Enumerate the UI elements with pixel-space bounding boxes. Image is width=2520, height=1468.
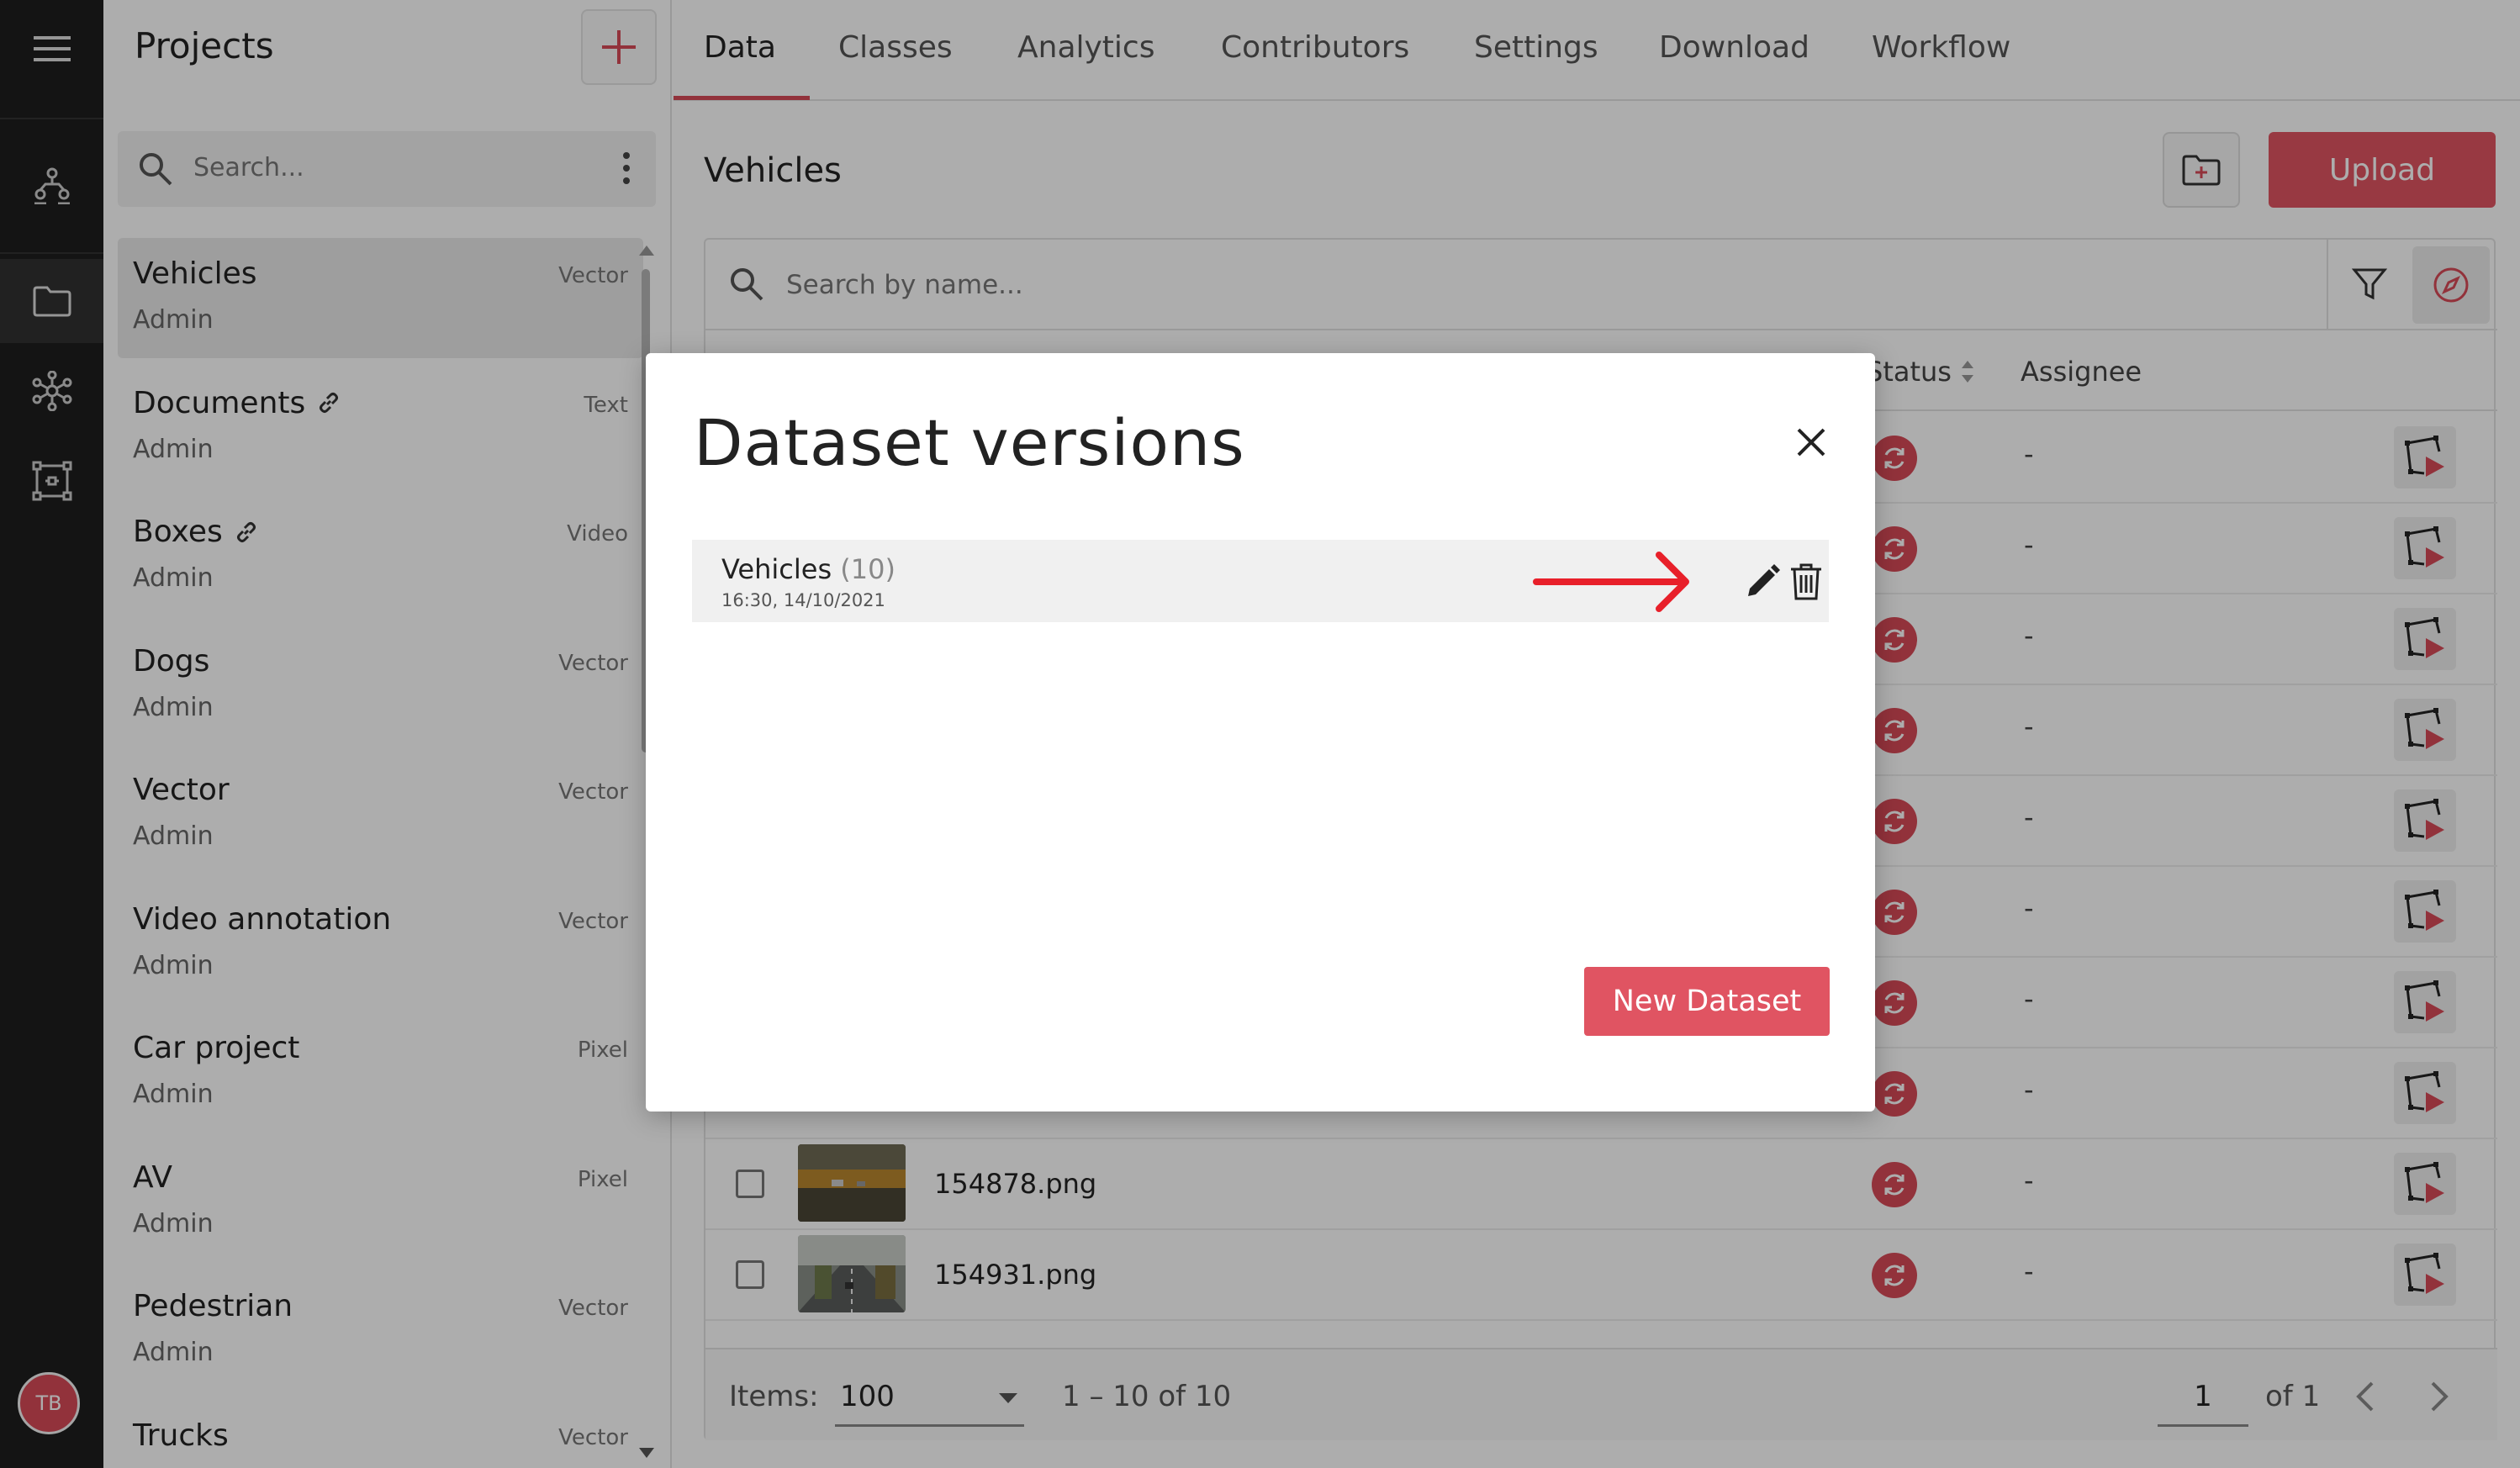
version-name: Vehicles (10) bbox=[721, 553, 895, 585]
pencil-icon bbox=[1748, 564, 1780, 596]
new-dataset-button[interactable]: New Dataset bbox=[1584, 967, 1830, 1036]
trash-icon bbox=[1791, 563, 1821, 600]
delete-version-button[interactable] bbox=[1785, 558, 1827, 605]
dataset-versions-dialog: Dataset versions Vehicles (10) 16:30, 14… bbox=[646, 353, 1875, 1112]
dialog-title: Dataset versions bbox=[694, 405, 1245, 480]
version-count: (10) bbox=[840, 553, 895, 585]
version-date: 16:30, 14/10/2021 bbox=[721, 590, 885, 610]
close-button[interactable] bbox=[1786, 417, 1836, 467]
red-arrow-annotation-icon bbox=[1533, 552, 1689, 612]
version-name-text: Vehicles bbox=[721, 553, 832, 585]
edit-version-button[interactable] bbox=[1741, 560, 1784, 604]
close-icon bbox=[1797, 428, 1825, 457]
dataset-version-item[interactable]: Vehicles (10) 16:30, 14/10/2021 bbox=[692, 540, 1829, 622]
